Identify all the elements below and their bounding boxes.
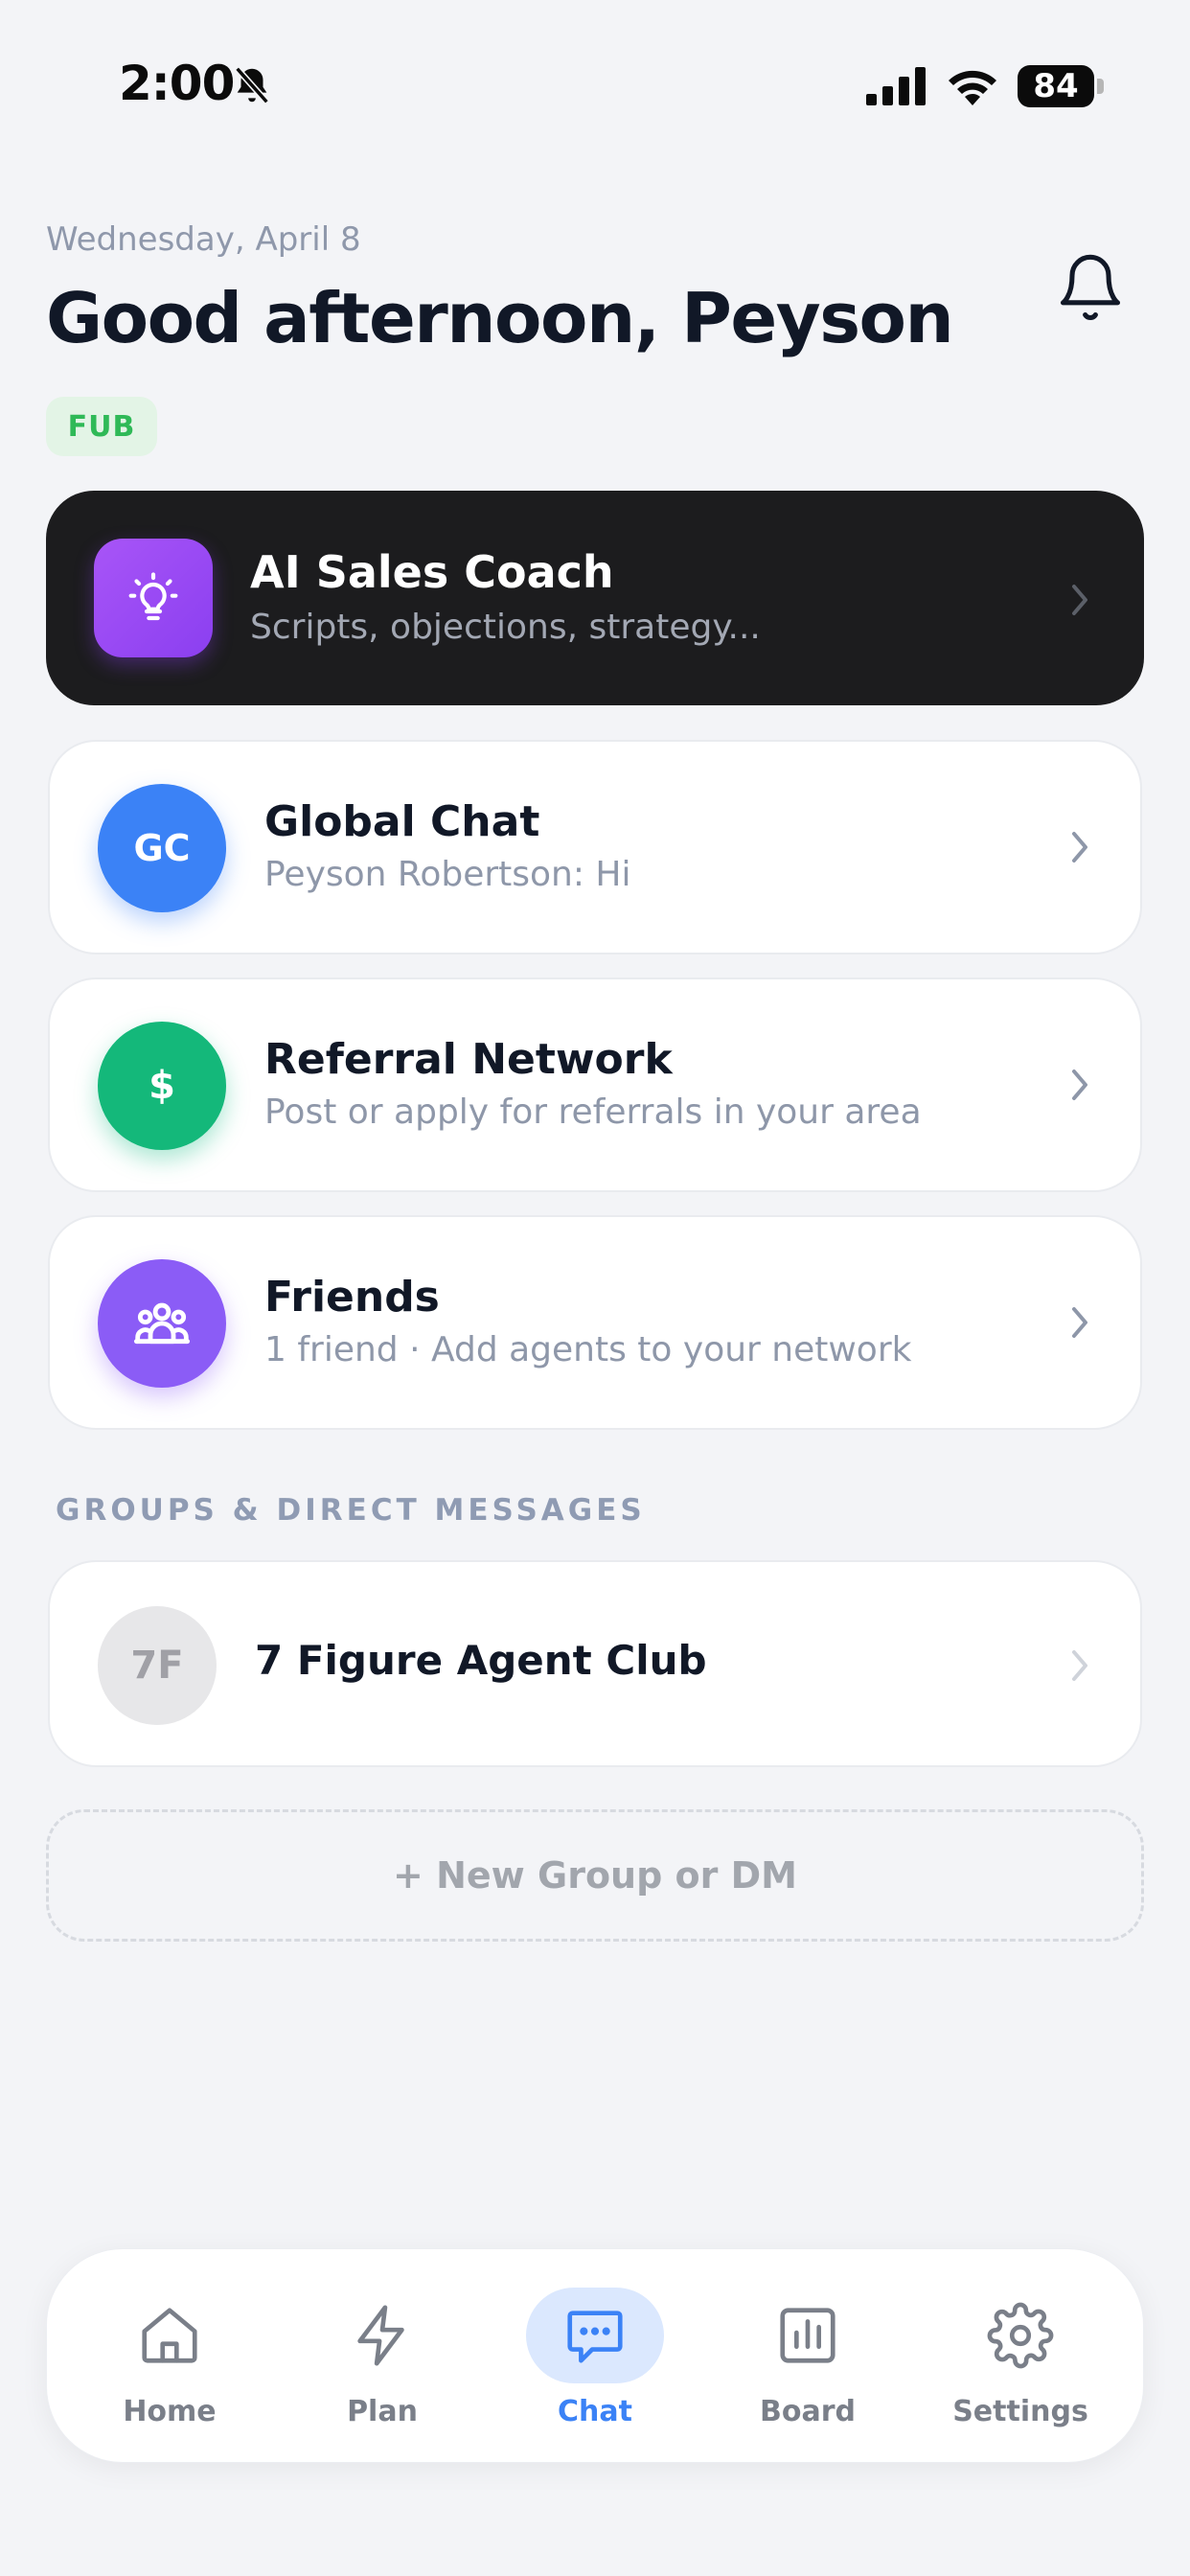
card-title: Friends bbox=[264, 1273, 440, 1322]
notification-bell-icon[interactable] bbox=[1054, 251, 1127, 324]
cellular-signal-icon bbox=[866, 67, 926, 105]
tab-plan[interactable]: Plan bbox=[286, 2288, 478, 2431]
tab-board[interactable]: Board bbox=[712, 2288, 904, 2431]
tab-label: Home bbox=[123, 2395, 217, 2428]
chevron-right-icon bbox=[1072, 1307, 1087, 1338]
gear-icon bbox=[987, 2302, 1054, 2369]
home-icon bbox=[142, 2308, 197, 2363]
friends-card[interactable]: Friends 1 friend · Add agents to your ne… bbox=[48, 1215, 1142, 1430]
groups-section-label: GROUPS & DIRECT MESSAGES bbox=[56, 1493, 646, 1528]
chevron-right-icon bbox=[1072, 585, 1087, 615]
chat-icon bbox=[567, 2311, 623, 2363]
group-item-7-figure-agent-club[interactable]: 7F 7 Figure Agent Club bbox=[48, 1560, 1142, 1767]
battery-level: 84 bbox=[1018, 65, 1094, 107]
tab-home[interactable]: Home bbox=[74, 2288, 265, 2431]
wifi-icon bbox=[949, 70, 996, 105]
referral-network-card[interactable]: $ Referral Network Post or apply for ref… bbox=[48, 978, 1142, 1192]
tab-label: Chat bbox=[558, 2395, 632, 2428]
global-chat-card[interactable]: GC Global Chat Peyson Robertson: Hi bbox=[48, 740, 1142, 954]
bar-chart-icon bbox=[780, 2308, 835, 2363]
battery-icon: 84 bbox=[1018, 65, 1106, 107]
fub-badge: FUB bbox=[46, 397, 157, 456]
bottom-tab-bar: Home Plan Chat Board Settings bbox=[46, 2248, 1144, 2463]
bell-off-icon bbox=[235, 66, 269, 104]
page-title: Good afternoon, Peyson bbox=[46, 278, 954, 358]
coach-subtitle: Scripts, objections, strategy... bbox=[250, 608, 761, 647]
new-group-or-dm-button[interactable]: + New Group or DM bbox=[46, 1809, 1144, 1942]
dollar-icon: $ bbox=[98, 1022, 226, 1150]
card-subtitle: Post or apply for referrals in your area bbox=[264, 1092, 922, 1132]
ai-sales-coach-card[interactable]: AI Sales Coach Scripts, objections, stra… bbox=[46, 491, 1144, 705]
card-title: Global Chat bbox=[264, 797, 540, 846]
tab-chat[interactable]: Chat bbox=[499, 2288, 691, 2431]
tab-settings[interactable]: Settings bbox=[925, 2288, 1116, 2431]
card-subtitle: 1 friend · Add agents to your network bbox=[264, 1330, 912, 1369]
group-icon bbox=[133, 1302, 191, 1345]
chevron-right-icon bbox=[1072, 832, 1087, 862]
group-avatar: 7F bbox=[98, 1606, 217, 1725]
chevron-right-icon bbox=[1072, 1070, 1087, 1100]
chevron-right-icon bbox=[1072, 1650, 1087, 1681]
tab-label: Board bbox=[760, 2395, 856, 2428]
tab-label: Settings bbox=[952, 2395, 1088, 2428]
tab-label: Plan bbox=[347, 2395, 418, 2428]
coach-title: AI Sales Coach bbox=[250, 546, 614, 598]
status-time: 2:00 bbox=[119, 56, 235, 111]
lightbulb-icon bbox=[94, 539, 213, 657]
lightning-icon bbox=[357, 2305, 404, 2366]
date-label: Wednesday, April 8 bbox=[46, 220, 361, 259]
card-subtitle: Peyson Robertson: Hi bbox=[264, 855, 631, 894]
global-chat-avatar: GC bbox=[98, 784, 226, 912]
group-title: 7 Figure Agent Club bbox=[255, 1637, 707, 1684]
card-title: Referral Network bbox=[264, 1035, 673, 1084]
status-bar: 2:00 84 bbox=[0, 0, 1190, 172]
friends-avatar bbox=[98, 1259, 226, 1388]
